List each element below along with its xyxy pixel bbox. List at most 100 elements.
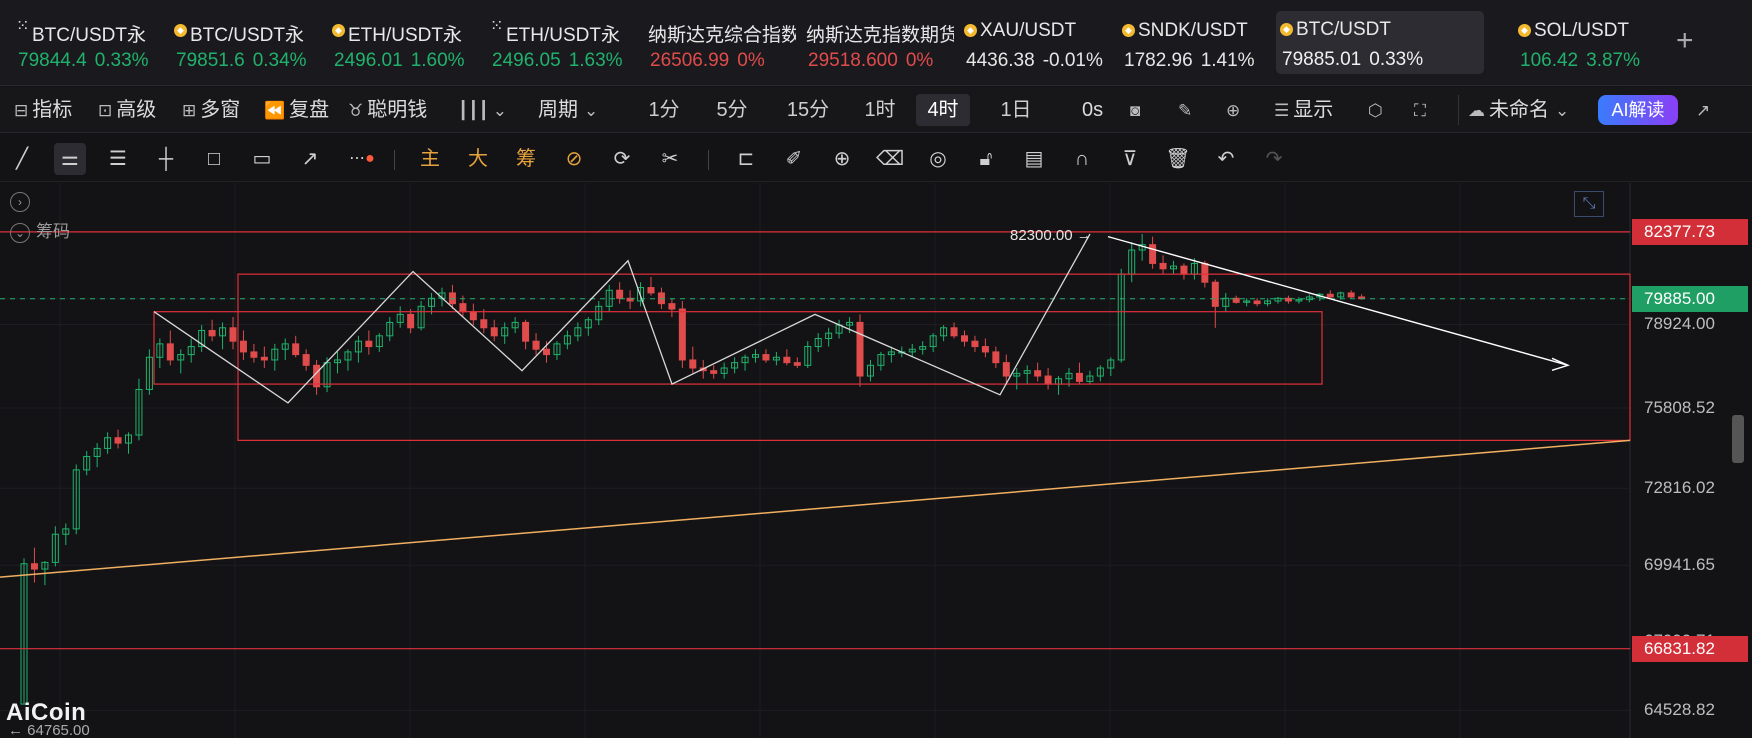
toolbar-divider [1458, 95, 1459, 125]
undo-icon[interactable]: ↶ [1210, 143, 1242, 175]
zigzag-pattern [153, 233, 1091, 404]
expand-panel-toggle[interactable]: › [10, 191, 36, 212]
redo-icon[interactable]: ↷ [1258, 143, 1290, 175]
candle-body [668, 303, 676, 310]
coin-icon: ◆ [1122, 24, 1135, 37]
price-tag-red: 66831.82 [1632, 635, 1748, 662]
chips-overlay-toggle[interactable]: ⌄ 筹码 [10, 217, 70, 243]
indicators-icon: ⊟ [14, 101, 29, 120]
ticker-tab-0[interactable]: ⁙ BTC/USDT永 79844.4 0.33% [12, 12, 164, 74]
hide-drawings-icon[interactable]: ◎ [922, 143, 954, 175]
chart-type-button[interactable]: ┃┃┃ ⌄ [458, 96, 511, 124]
eraser-icon[interactable]: ⌫ [874, 143, 906, 175]
unlock-icon[interactable]: 🔓︎ [970, 143, 1002, 175]
expand-chart-icon[interactable]: ⤡ [1574, 191, 1604, 217]
candlestick-chart-svg: 82300.00 →← 64765.00 [0, 183, 1631, 738]
filter-icon[interactable]: ⊽ [1114, 143, 1146, 175]
fullscreen-button[interactable]: ⛶ [1414, 96, 1430, 124]
smart-money-button[interactable]: ♉ 聪明钱 [348, 96, 427, 124]
ticker-tab-8[interactable]: ◆ BTC/USDT 79885.01 0.33% [1276, 11, 1484, 74]
ticker-change: -0.01% [1042, 50, 1103, 71]
price-scale-handle[interactable] [1732, 415, 1744, 463]
coin-icon: ◆ [964, 24, 977, 37]
ticker-change: 0% [905, 50, 934, 71]
candle-body [480, 319, 488, 329]
line-tool-icon[interactable]: ╱ [6, 143, 38, 175]
ticker-tab-7[interactable]: ◆ SNDK/USDT 1782.96 1.41% [1118, 12, 1270, 74]
horizontal-line-tool-icon[interactable]: ┼ [150, 143, 182, 175]
magnet-icon[interactable]: ∩ [1066, 143, 1098, 175]
add-window-button[interactable]: ⊕ [1226, 96, 1244, 124]
arrow-tool-icon[interactable]: ↗ [294, 143, 326, 175]
candle-body [1034, 370, 1042, 377]
screenshot-button[interactable]: ◙ [1130, 96, 1144, 124]
candlestick-icon: ┃┃┃ [458, 101, 489, 120]
measure-tool-icon[interactable]: ▭ [246, 143, 278, 175]
bookmark-icon[interactable]: ⊏ [730, 143, 762, 175]
layout-name-dropdown[interactable]: ☁ 未命名 ⌄ [1468, 96, 1573, 124]
fullscreen-icon: ⛶ [1414, 101, 1426, 120]
indicators-button[interactable]: ⊟ 指标 [14, 96, 72, 124]
replay-label: 复盘 [289, 99, 330, 121]
display-button[interactable]: ☰ 显示 [1274, 96, 1333, 124]
timeframe-2[interactable]: 15分 [776, 94, 840, 126]
replay-button[interactable]: ⏪ 复盘 [264, 96, 329, 124]
parallel-lines-tool-icon[interactable]: ☰ [102, 143, 134, 175]
ai-interpret-button[interactable]: AI解读 [1598, 95, 1678, 125]
edit-list-icon[interactable]: ▤ [1018, 143, 1050, 175]
horizontal-ray-tool-icon[interactable]: ⚌ [54, 143, 86, 175]
big-order-toggle[interactable]: 大 [462, 143, 494, 175]
rectangle-tool-icon[interactable]: □ [198, 143, 230, 175]
more-tools-icon[interactable]: ⋯● [342, 143, 382, 175]
projection-arrow-line [1107, 235, 1569, 366]
candle-body [1002, 362, 1010, 377]
chips-overlay-label: 筹码 [36, 222, 70, 241]
ticker-tab-5[interactable]: 纳斯达克指数期货 29518.600 0% [802, 12, 954, 74]
ticker-tab-4[interactable]: 纳斯达克综合指数 26506.99 0% [644, 12, 796, 74]
price-tag-red: 82377.73 [1632, 218, 1748, 245]
timeframe-5[interactable]: 1日 [990, 94, 1042, 126]
candle-body [762, 354, 770, 361]
multi-window-button[interactable]: ⊞ 多窗 [182, 96, 240, 124]
ticker-tab-3[interactable]: ⁙ ETH/USDT永 2496.05 1.63% [486, 12, 638, 74]
ticker-tab-1[interactable]: ◆ BTC/USDT永 79851.6 0.34% [170, 12, 322, 74]
candle-body [1201, 262, 1209, 283]
candle-body [992, 351, 1000, 364]
magic-tool-icon[interactable]: ✂ [654, 143, 686, 175]
ticker-tab-9[interactable]: ◆ SOL/USDT 106.42 3.87% [1514, 12, 1666, 74]
draw-button[interactable]: ✎ [1178, 96, 1196, 124]
ticker-tab-2[interactable]: ◆ ETH/USDT永 2496.01 1.60% [328, 12, 480, 74]
candle-body [1326, 293, 1334, 298]
zoom-in-icon[interactable]: ⊕ [826, 143, 858, 175]
list-icon: ☰ [1274, 101, 1290, 120]
range-box-small [153, 311, 1323, 385]
indicator-gold-icon[interactable]: ⊘ [558, 143, 590, 175]
candle-body [30, 563, 38, 570]
sync-tool-icon[interactable]: ⟳ [606, 143, 638, 175]
timeframe-1[interactable]: 5分 [706, 94, 758, 126]
ticker-price: 1782.96 1.41% [1124, 50, 1255, 71]
ticker-tab-6[interactable]: ◆ XAU/USDT 4436.38 -0.01% [960, 12, 1112, 74]
settings-button[interactable]: ⬡ [1368, 96, 1387, 124]
ticker-change: 1.60% [410, 50, 465, 71]
share-button[interactable]: ↗ [1696, 96, 1714, 124]
timeframe-0[interactable]: 1分 [638, 94, 690, 126]
smart-money-icon: ♉ [348, 101, 364, 120]
timeframe-4[interactable]: 4时 [916, 94, 970, 126]
ticker-name: BTC/USDT永 [32, 25, 147, 46]
ruler-icon[interactable]: ✐ [778, 143, 810, 175]
trash-icon[interactable]: 🗑︎ [1162, 143, 1194, 175]
timeframe-3[interactable]: 1时 [854, 94, 906, 126]
rising-trendline [0, 439, 1631, 578]
candle-body [689, 359, 697, 369]
ticker-price: 2496.01 1.60% [334, 50, 465, 71]
advanced-button[interactable]: ⊡ 高级 [98, 96, 156, 124]
price-chart[interactable]: 82300.00 → ← 64765.00 › ⌄ 筹码 ⤡ AiCoin 8237… [0, 183, 1752, 738]
ticker-name: SOL/USDT [1534, 20, 1630, 41]
main-chart-toggle[interactable]: 主 [414, 143, 446, 175]
ticker-name: 纳斯达克指数期货 [806, 25, 954, 46]
add-tab-button[interactable]: + [1676, 26, 1694, 56]
chips-toggle[interactable]: 筹 [510, 143, 542, 175]
period-dropdown[interactable]: 周期 ⌄ [538, 96, 602, 124]
ticker-price: 106.42 3.87% [1520, 50, 1640, 71]
